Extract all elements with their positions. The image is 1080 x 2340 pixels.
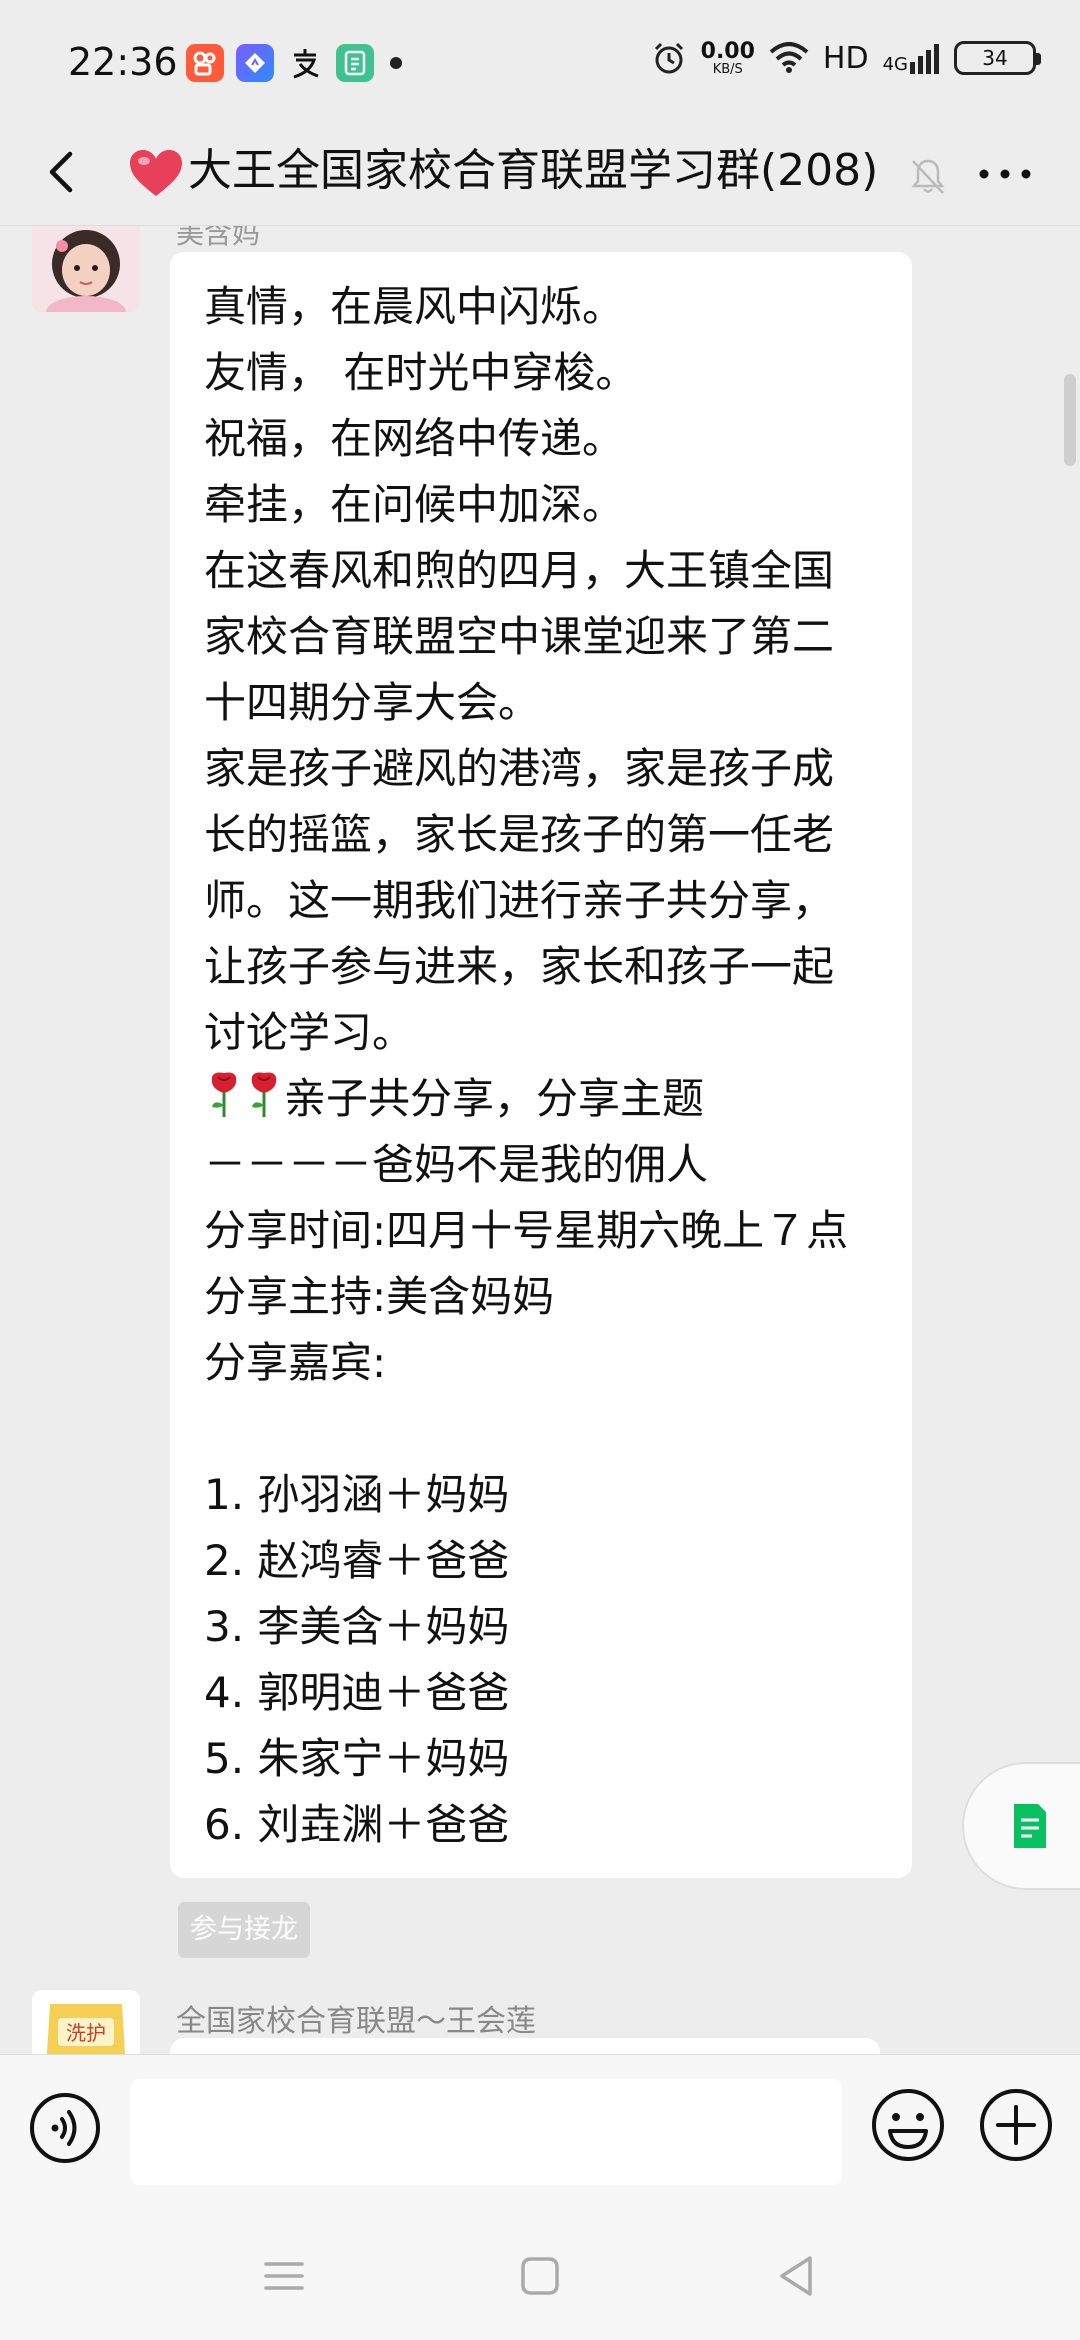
message-line: 在这春风和煦的四月，大王镇全国 (204, 546, 835, 595)
system-navigation-bar (0, 2216, 1080, 2340)
mute-bell-icon (911, 159, 945, 194)
message-input[interactable] (130, 2079, 842, 2185)
message-line: 3. 李美含＋妈妈 (204, 1602, 510, 1651)
voice-icon (30, 2093, 100, 2163)
voice-input-button[interactable] (28, 2091, 102, 2165)
more-dots-icon (979, 169, 1031, 179)
message-line: 4. 郭明迪＋爸爸 (204, 1668, 510, 1717)
emoji-icon (872, 2089, 944, 2161)
message-line: 分享嘉宾: (204, 1338, 387, 1387)
signal-icon: 4G (883, 42, 940, 74)
rose-icon (251, 1072, 277, 1117)
message-line-text: 亲子共分享，分享主题 (284, 1074, 705, 1123)
message-bubble[interactable]: 真情，在晨风中闪烁。 友情， 在时光中穿梭。 祝福，在网络中传递。 牵挂，在问候… (170, 252, 912, 1878)
avatar[interactable] (32, 226, 140, 312)
message-line: 家是孩子避风的港湾，家是孩子成 (204, 744, 835, 793)
floating-document-button[interactable] (962, 1762, 1080, 1890)
message-line: 真情，在晨风中闪烁。 (204, 282, 625, 331)
network-speed-unit: KB/S (712, 61, 743, 77)
sender-name: 全国家校合育联盟～王会莲 (176, 2004, 536, 2039)
message-line: 分享主持:美含妈妈 (204, 1272, 555, 1321)
chat-message-list[interactable]: 美含妈 真情，在晨风中闪烁。 友情， 在时光中穿梭。 祝福，在网络中传递。 牵挂… (0, 226, 1080, 2054)
message-line: 让孩子参与进来，家长和孩子一起 (204, 942, 835, 991)
message-line-rose: 亲子共分享，分享主题 (204, 1066, 882, 1132)
scrollbar[interactable] (1064, 374, 1076, 466)
network-type: 4G (882, 54, 908, 75)
avatar[interactable]: 洗护 (32, 1990, 140, 2054)
plus-icon (980, 2089, 1052, 2161)
emoji-button[interactable] (870, 2087, 946, 2163)
battery-icon: 34 (954, 41, 1041, 75)
status-time: 22:36 (68, 40, 178, 84)
message-line: 长的摇篮，家长是孩子的第一任老 (204, 810, 835, 859)
message-line-blank (204, 1396, 882, 1462)
alarm-icon (654, 42, 683, 74)
network-speed: 0.00 KB/S (700, 38, 755, 77)
hd-label: HD (822, 40, 869, 76)
back-arrow-icon (49, 151, 73, 193)
green-app-icon (336, 44, 374, 82)
join-solitaire-button[interactable]: 参与接龙 (178, 1902, 310, 1958)
wifi-icon (769, 42, 809, 73)
message-line: 友情， 在时光中穿梭。 (204, 348, 638, 397)
alipay-icon (286, 44, 324, 82)
chat-header: 大王全国家校合育联盟学习群(208) (0, 120, 1080, 226)
message-line: 6. 刘垚渊＋爸爸 (204, 1800, 510, 1849)
back-button[interactable] (30, 140, 94, 204)
sender-name: 美含妈 (176, 226, 261, 250)
menu-button[interactable] (258, 2250, 310, 2302)
status-bar: 22:36 0.00 KB/S HD 4G 34 (0, 0, 1080, 120)
message-line: 1. 孙羽涵＋妈妈 (204, 1470, 510, 1519)
system-back-button[interactable] (770, 2250, 822, 2302)
menu-icon (264, 2262, 304, 2290)
network-speed-value: 0.00 (700, 38, 755, 64)
message-line: 师。这一期我们进行亲子共分享， (204, 876, 835, 925)
input-bar (0, 2054, 1080, 2217)
more-options-button[interactable] (970, 154, 1040, 194)
group-title-text: 大王全国家校合育联盟学习群(208) (188, 145, 879, 196)
message-line: 牵挂，在问候中加深。 (204, 480, 625, 529)
message-line: 讨论学习。 (204, 1008, 415, 1057)
more-functions-button[interactable] (978, 2087, 1054, 2163)
message-line: 2. 赵鸿睿＋爸爸 (204, 1536, 510, 1585)
message-line: 家校合育联盟空中课堂迎来了第二 (204, 612, 835, 661)
rose-icon (211, 1072, 237, 1117)
notification-dot (390, 57, 402, 69)
status-icons: 0.00 KB/S HD 4G 34 (651, 38, 1041, 77)
message-line: 5. 朱家宁＋妈妈 (204, 1734, 510, 1783)
kuaishou-icon (186, 44, 224, 82)
document-icon (1014, 1804, 1046, 1848)
message-line: 祝福，在网络中传递。 (204, 414, 625, 463)
message-line: 分享时间:四月十号星期六晚上７点 (204, 1206, 849, 1255)
message-line: 十四期分享大会。 (204, 678, 541, 727)
message-bubble[interactable] (170, 2038, 880, 2054)
battery-level: 34 (982, 46, 1008, 70)
home-square-icon (521, 2257, 559, 2295)
home-button[interactable] (514, 2250, 566, 2302)
back-triangle-icon (780, 2256, 812, 2296)
group-title[interactable]: 大王全国家校合育联盟学习群(208) (128, 136, 908, 206)
message-line: －－－－爸妈不是我的佣人 (204, 1140, 709, 1189)
heart-icon (130, 150, 182, 196)
navigation-app-icon (236, 44, 274, 82)
avatar-logo-text: 洗护 (66, 2021, 106, 2045)
notification-app-icons (186, 44, 402, 82)
